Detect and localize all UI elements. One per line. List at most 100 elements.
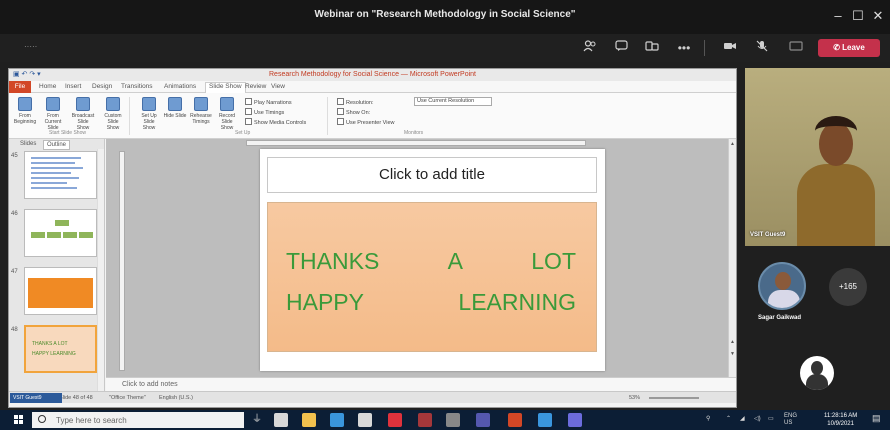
tab-review[interactable]: Review (245, 83, 266, 90)
broadcast-slide-show-button[interactable]: Broadcast Slide Show (71, 97, 95, 131)
powerpoint-icon[interactable] (508, 413, 522, 427)
zoom-slider[interactable] (649, 397, 699, 399)
resolution-label: Resolution: (337, 98, 374, 106)
opera-icon[interactable] (388, 413, 402, 427)
minimize-button[interactable]: – (828, 6, 848, 26)
theme-name: "Office Theme" (109, 395, 146, 401)
access-icon[interactable] (418, 413, 432, 427)
custom-slide-show-button[interactable]: Custom Slide Show (101, 97, 125, 131)
group-start-slide-show: Start Slide Show (49, 130, 86, 136)
use-timings-checkbox[interactable]: Use Timings (245, 108, 284, 116)
tab-transitions[interactable]: Transitions (121, 83, 153, 90)
slideshow-icon (18, 97, 32, 111)
network-tray-icon[interactable]: ◢ (740, 415, 745, 422)
more-icon[interactable]: ••• (674, 38, 694, 58)
battery-icon[interactable]: ▭ (768, 415, 774, 422)
content-box[interactable]: THANKS A LOT HAPPY LEARNING (267, 202, 597, 352)
slide-thumbnail[interactable] (24, 267, 97, 315)
hide-slide-button[interactable]: Hide Slide (163, 97, 187, 119)
maximize-button[interactable]: ☐ (848, 6, 868, 26)
tab-view[interactable]: View (271, 83, 285, 90)
vertical-ruler (119, 151, 125, 371)
more-participants-button[interactable]: +165 (829, 268, 867, 306)
thumbnail-number: 46 (11, 211, 18, 217)
setup-icon (142, 97, 156, 111)
ppt-statusbar: Slide 48 of 48 "Office Theme" English (U… (9, 391, 736, 403)
participants-icon[interactable] (580, 38, 600, 58)
file-explorer-icon[interactable] (302, 413, 316, 427)
react-icon[interactable] (642, 38, 662, 58)
tab-insert[interactable]: Insert (65, 83, 81, 90)
thumbnail-shape (31, 232, 45, 238)
language-code: ENG (784, 413, 798, 419)
word: LOT (531, 248, 576, 274)
teams-icon[interactable] (476, 413, 490, 427)
thumbnail-text-line (31, 162, 75, 164)
set-up-slide-show-button[interactable]: Set Up Slide Show (137, 97, 161, 131)
slide-thumbnail-selected[interactable]: THANKS A LOT HAPPY LEARNING (24, 325, 97, 373)
participant-avatar[interactable] (800, 356, 834, 390)
meeting-timer: ····· (24, 42, 38, 51)
leave-button[interactable]: ✆ Leave (818, 39, 880, 57)
tab-home[interactable]: Home (39, 83, 56, 90)
rehearse-timings-button[interactable]: Rehearse Timings (189, 97, 213, 125)
tray-chevron-icon[interactable]: ⌃ (726, 415, 731, 422)
slide-editor: Click to add title THANKS A LOT HAPPY LE… (106, 139, 736, 377)
taskbar-search[interactable]: Type here to search (32, 412, 244, 428)
network-icon[interactable] (446, 413, 460, 427)
onedrive-icon[interactable] (538, 413, 552, 427)
mic-icon[interactable] (752, 38, 772, 58)
next-slide-icon[interactable]: ▼ (730, 351, 735, 357)
tab-slides[interactable]: Slides (17, 140, 39, 148)
task-view-icon[interactable] (274, 413, 288, 427)
slide-thumbnail[interactable] (24, 209, 97, 257)
editor-scrollbar[interactable]: ▲ ▲ ▼ (728, 139, 736, 377)
settings-icon[interactable] (568, 413, 582, 427)
tab-animations[interactable]: Animations (164, 83, 196, 90)
taskbar-clock[interactable]: 11:28:16 AM 10/9/2021 (824, 412, 857, 428)
participant-video[interactable]: VSIT Guest9 (745, 68, 890, 246)
share-icon[interactable] (786, 38, 806, 58)
store-icon[interactable] (358, 413, 372, 427)
prev-slide-icon[interactable]: ▲ (730, 339, 735, 345)
show-media-controls-checkbox[interactable]: Show Media Controls (245, 118, 306, 126)
language-indicator[interactable]: ENG US (784, 413, 797, 427)
record-slide-show-button[interactable]: Record Slide Show (215, 97, 239, 131)
notes-pane[interactable]: Click to add notes (106, 377, 736, 391)
resolution-dropdown[interactable]: Use Current Resolution (414, 97, 492, 106)
rehearse-icon (194, 97, 208, 111)
microphone-icon[interactable]: ⏚ (250, 413, 264, 427)
chat-icon[interactable] (612, 38, 632, 58)
play-narrations-checkbox[interactable]: Play Narrations (245, 98, 292, 106)
people-icon[interactable]: ⚲ (706, 415, 710, 422)
participant-name: Sagar Gaikwad (758, 315, 802, 321)
guest-label: VSIT Guest9 (10, 393, 62, 403)
thumbnail-text-line (31, 167, 83, 169)
slide-thumbnail[interactable] (24, 151, 97, 199)
tab-design[interactable]: Design (92, 83, 112, 90)
close-button[interactable]: ✕ (868, 6, 888, 26)
tab-slide-show[interactable]: Slide Show (205, 82, 246, 93)
phone-icon: ✆ (833, 43, 843, 52)
happy-learning-line: HAPPY LEARNING (286, 289, 576, 316)
scroll-up-icon[interactable]: ▲ (730, 141, 735, 147)
camera-icon[interactable] (720, 38, 740, 58)
title-placeholder[interactable]: Click to add title (267, 157, 597, 193)
current-slide: Click to add title THANKS A LOT HAPPY LE… (260, 149, 605, 371)
word: A (447, 248, 463, 274)
panel-scrollbar[interactable] (97, 149, 104, 391)
clock-time: 11:28:16 AM (824, 413, 858, 419)
thanks-line: THANKS A LOT (286, 248, 576, 275)
thumbnail-text-line (31, 172, 71, 174)
tab-file[interactable]: File (9, 81, 31, 93)
use-presenter-view-checkbox[interactable]: Use Presenter View (337, 118, 395, 126)
edge-icon[interactable] (330, 413, 344, 427)
meeting-controls-bar: ····· ••• ✆ Leave (0, 34, 890, 62)
record-icon (220, 97, 234, 111)
volume-icon[interactable]: ◁) (754, 415, 761, 422)
windows-start-icon[interactable] (14, 415, 24, 425)
from-current-slide-button[interactable]: From Current Slide (41, 97, 65, 131)
notification-icon[interactable]: ▤ (872, 413, 881, 424)
participant-avatar[interactable] (758, 262, 806, 310)
from-beginning-button[interactable]: From Beginning (13, 97, 37, 125)
